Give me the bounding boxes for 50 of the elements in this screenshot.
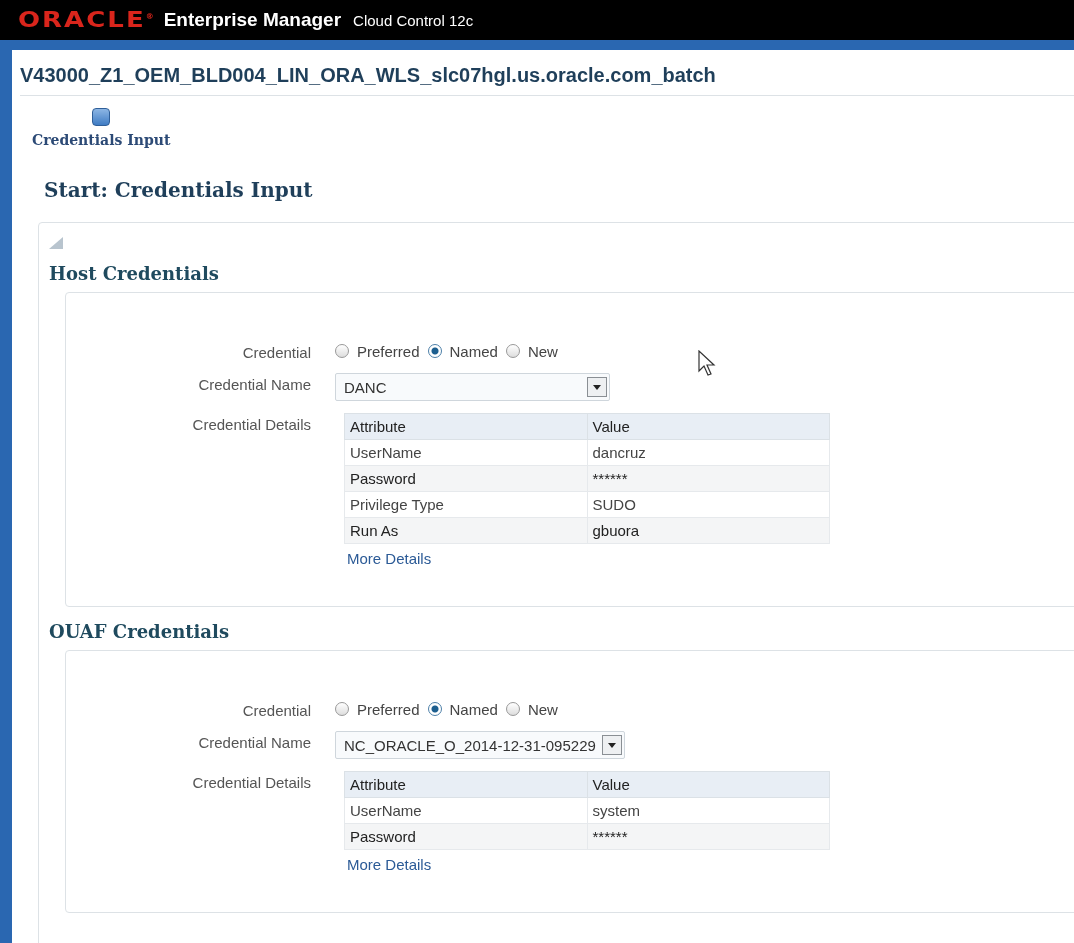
field-label: Credential Details [191, 415, 311, 435]
radio-label[interactable]: Named [449, 700, 498, 718]
section-title: Host Credentials [49, 263, 220, 284]
table-cell: ****** [587, 465, 830, 492]
radio-label[interactable]: Preferred [357, 342, 420, 360]
radio-button[interactable] [505, 344, 520, 358]
column-header: Value [587, 771, 830, 798]
radio-label[interactable]: Named [449, 342, 498, 360]
dropdown-icon[interactable] [587, 377, 607, 397]
product-edition: Cloud Control 12c [353, 11, 474, 29]
oracle-logo: ORACLE$^{®}$ [18, 8, 156, 32]
column-header: Attribute [344, 771, 587, 798]
train-stop-icon[interactable] [92, 108, 111, 126]
table-cell: ****** [587, 823, 830, 850]
train-step-label[interactable]: Credentials Input [32, 132, 171, 148]
table-cell: Password [344, 823, 587, 850]
step-title: Start: Credentials Input [44, 178, 314, 202]
table-cell: Password [344, 465, 587, 492]
radio-button[interactable] [335, 702, 349, 716]
table-cell: gbuora [587, 517, 830, 544]
radio-button[interactable] [505, 702, 520, 716]
radio-button[interactable] [427, 702, 442, 716]
table-cell: system [587, 797, 830, 824]
dropdown-icon[interactable] [601, 735, 622, 755]
table-cell: Run As [344, 517, 587, 544]
radio-button[interactable] [335, 344, 349, 358]
more-details-link[interactable]: More Details [347, 856, 432, 873]
radio-button[interactable] [427, 344, 442, 358]
field-label: Credential [241, 701, 311, 719]
field-label: Credential Name [197, 375, 311, 395]
radio-label[interactable]: New [527, 700, 558, 718]
table-cell: UserName [344, 439, 587, 466]
field-label: Credential [241, 343, 311, 361]
table-cell: Privilege Type [344, 491, 587, 518]
field-label: Credential Name [197, 733, 311, 753]
radio-label[interactable]: New [527, 342, 558, 360]
table-cell: dancruz [587, 439, 830, 466]
mouse-pointer-icon [698, 350, 718, 378]
column-header: Value [587, 413, 830, 440]
table-cell: UserName [344, 797, 587, 824]
column-header: Attribute [344, 413, 587, 440]
page-title: V43000_Z1_OEM_BLD004_LIN_ORA_WLS_slc07hgl.us.oracle.com_batch [20, 64, 1074, 96]
field-label: Credential Details [191, 773, 311, 793]
more-details-link[interactable]: More Details [347, 550, 432, 567]
product-name: Enterprise Manager [163, 9, 342, 31]
section-title: OUAF Credentials [49, 621, 230, 642]
credential-select[interactable]: NC_ORACLE_O_2014-12-31-095229 [335, 731, 625, 759]
table-cell: SUDO [587, 491, 830, 518]
radio-label[interactable]: Preferred [357, 700, 420, 718]
credential-select[interactable]: DANC [335, 373, 610, 401]
